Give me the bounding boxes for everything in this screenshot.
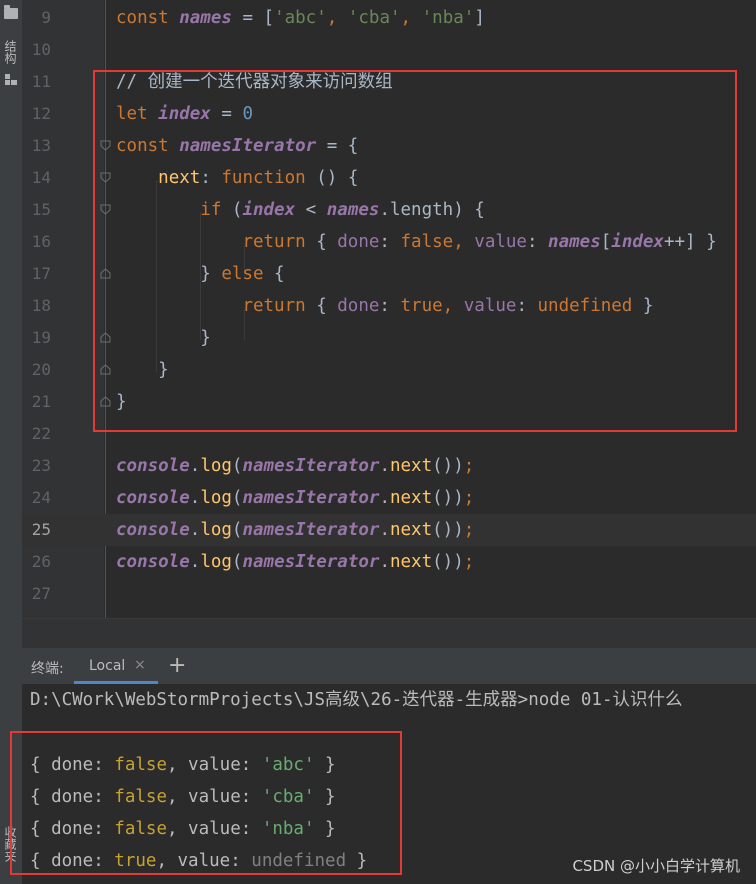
terminal-tab-local[interactable]: Local ×: [74, 648, 158, 684]
annotation-box-code: [93, 70, 737, 432]
line-number: 13: [31, 136, 51, 155]
line-number: 25: [31, 520, 51, 539]
code-line[interactable]: 23 console.log(namesIterator.next());: [22, 450, 756, 482]
line-number: 16: [31, 232, 51, 251]
project-folder-icon[interactable]: [4, 5, 18, 19]
code-line[interactable]: 9 const names = ['abc', 'cba', 'nba']: [22, 2, 756, 34]
line-number: 10: [31, 40, 51, 59]
watermark: CSDN @小小白学计算机: [572, 857, 740, 875]
code-text: console.log(namesIterator.next());: [116, 520, 475, 540]
structure-icon[interactable]: [5, 74, 17, 86]
line-number: 27: [31, 584, 51, 603]
code-line[interactable]: 24 console.log(namesIterator.next());: [22, 482, 756, 514]
code-line-current[interactable]: 25 console.log(namesIterator.next());: [22, 514, 756, 546]
code-text: const names = ['abc', 'cba', 'nba']: [116, 8, 485, 28]
close-icon[interactable]: ×: [134, 657, 146, 673]
line-number: 19: [31, 328, 51, 347]
code-line[interactable]: 26 console.log(namesIterator.next());: [22, 546, 756, 578]
line-number: 21: [31, 392, 51, 411]
code-line[interactable]: 27: [22, 578, 756, 610]
code-text: console.log(namesIterator.next());: [116, 456, 475, 476]
line-number: 23: [31, 456, 51, 475]
line-number: 18: [31, 296, 51, 315]
terminal-toolbar: 终端: Local × +: [22, 648, 756, 685]
code-line[interactable]: 10: [22, 34, 756, 66]
code-text: console.log(namesIterator.next());: [116, 488, 475, 508]
line-number: 24: [31, 488, 51, 507]
line-number: 20: [31, 360, 51, 379]
structure-tab-label[interactable]: 结构: [3, 40, 19, 64]
terminal-prompt: D:\CWork\WebStormProjects\JS高级\26-迭代器-生成…: [30, 690, 683, 710]
terminal-tab-label: Local: [89, 658, 126, 674]
line-number: 17: [31, 264, 51, 283]
line-number: 26: [31, 552, 51, 571]
line-number: 15: [31, 200, 51, 219]
code-text: console.log(namesIterator.next());: [116, 552, 475, 572]
terminal-title: 终端:: [31, 661, 64, 677]
line-number: 9: [41, 8, 51, 27]
panel-divider[interactable]: [22, 618, 756, 649]
line-number: 12: [31, 104, 51, 123]
line-number: 22: [31, 424, 51, 443]
line-number: 11: [31, 72, 51, 91]
annotation-box-output: [10, 731, 402, 875]
line-number: 14: [31, 168, 51, 187]
add-tab-icon[interactable]: +: [168, 653, 186, 678]
